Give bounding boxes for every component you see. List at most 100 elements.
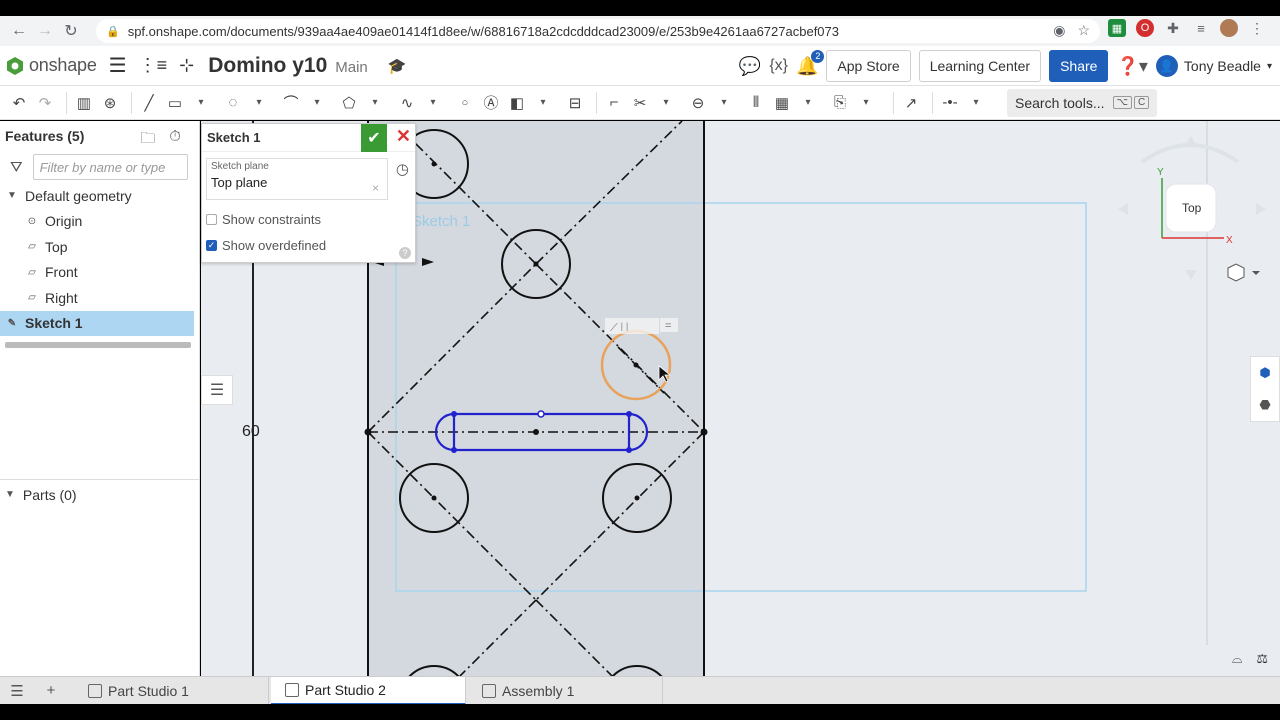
add-tab-icon[interactable]: +	[34, 682, 68, 699]
tree-item-top[interactable]: ▱ Top	[0, 234, 199, 260]
parts-section[interactable]: ▼ Parts (0)	[0, 479, 200, 509]
variables-icon[interactable]: {x}	[769, 57, 788, 75]
search-tools-button[interactable]: Search tools... ⌥ C	[1007, 88, 1158, 117]
notifications-icon[interactable]: 🔔 2	[796, 49, 825, 77]
eye-icon[interactable]: ◉	[1053, 22, 1065, 39]
feature-list-icon[interactable]: ⋮≡	[139, 55, 168, 76]
insert-icon[interactable]: ⊹	[179, 55, 194, 76]
tab-assembly-1[interactable]: Assembly 1	[468, 677, 663, 705]
polygon-tool-icon[interactable]: ⬠	[338, 90, 360, 116]
profile-avatar-icon[interactable]	[1220, 19, 1238, 37]
chevron-down-icon[interactable]: ▼	[5, 489, 15, 500]
back-icon[interactable]: ←	[6, 18, 32, 44]
tab-bar: ☰ + Part Studio 1 Part Studio 2 Assembly…	[0, 676, 1280, 705]
construction-dropdown-icon[interactable]: ▾	[532, 90, 554, 116]
history-icon[interactable]: ◷	[396, 160, 409, 178]
constraint-icon[interactable]: ↗	[900, 90, 922, 116]
reload-icon[interactable]: ↻	[58, 18, 84, 44]
close-icon[interactable]: ✕	[396, 126, 411, 147]
learning-cap-icon[interactable]: 🎓	[388, 57, 407, 75]
constraint-glyphs[interactable]: ⟋ ∣ ∣ =	[605, 318, 678, 334]
show-constraints-option[interactable]: Show constraints	[206, 212, 321, 227]
menu-icon[interactable]: ☰	[109, 53, 127, 78]
pattern-dropdown-icon[interactable]: ▾	[797, 90, 819, 116]
mirror-tool-icon[interactable]: ⫴	[745, 90, 767, 116]
construction-icon[interactable]: ◧	[506, 90, 528, 116]
circle-dropdown-icon[interactable]: ▾	[248, 90, 270, 116]
tree-item-right[interactable]: ▱ Right	[0, 285, 199, 311]
tab-part-studio-1[interactable]: Part Studio 1	[74, 677, 269, 705]
tree-item-default-geometry[interactable]: ▼ Default geometry	[0, 183, 199, 209]
measure-icon[interactable]: ⌓	[1232, 651, 1242, 667]
pattern-tool-icon[interactable]: ▦	[771, 90, 793, 116]
spline-dropdown-icon[interactable]: ▾	[422, 90, 444, 116]
rollback-bar[interactable]	[5, 342, 191, 348]
offset-tool-icon[interactable]: ⊖	[687, 90, 709, 116]
app-store-button[interactable]: App Store	[826, 50, 911, 82]
text-tool-icon[interactable]: Ⓐ	[480, 90, 502, 116]
tab-part-studio-2[interactable]: Part Studio 2	[271, 677, 466, 705]
app-header: onshape ☰ ⋮≡ ⊹ Domino y10 Main 🎓 💬 {x} 🔔…	[0, 46, 1280, 86]
point-tool-icon[interactable]: ○	[454, 90, 476, 116]
branch-label[interactable]: Main	[335, 59, 368, 76]
redo-icon[interactable]: ↷	[34, 90, 56, 116]
onshape-logo[interactable]: onshape	[6, 55, 97, 76]
tree-item-origin[interactable]: ⊙ Origin	[0, 209, 199, 235]
midpoint-constraint-icon[interactable]: -•-	[939, 90, 961, 116]
dimension-icon[interactable]: ⊟	[564, 90, 586, 116]
address-bar[interactable]: 🔒 spf.onshape.com/documents/939aa4ae409a…	[96, 19, 1100, 43]
use-icon[interactable]: ⊛	[99, 90, 121, 116]
rectangle-tool-icon[interactable]: ▭	[164, 90, 186, 116]
tab-label: Part Studio 2	[305, 682, 386, 698]
polygon-dropdown-icon[interactable]: ▾	[364, 90, 386, 116]
forward-icon[interactable]: →	[32, 18, 58, 44]
dxf-dropdown-icon[interactable]: ▾	[855, 90, 877, 116]
arc-dropdown-icon[interactable]: ▾	[306, 90, 328, 116]
rollback-timer-icon[interactable]: ⏱	[169, 128, 181, 153]
comments-icon[interactable]: 💬	[739, 56, 761, 77]
circle-tool-icon[interactable]: ◌	[222, 90, 244, 116]
help-icon[interactable]: ?	[399, 247, 411, 259]
dxf-import-icon[interactable]: ⎘	[829, 90, 851, 116]
fillet-tool-icon[interactable]: ⌐	[603, 90, 625, 116]
more-icon[interactable]: ⋮	[1248, 19, 1266, 37]
constraint-dropdown-icon[interactable]: ▾	[965, 90, 987, 116]
filter-input[interactable]: Filter by name or type	[32, 154, 188, 180]
clear-icon[interactable]: ×	[372, 181, 379, 195]
puzzle-icon[interactable]: ✚	[1164, 19, 1182, 37]
sketch-list-icon[interactable]: ☰	[201, 375, 233, 405]
offset-dropdown-icon[interactable]: ▾	[713, 90, 735, 116]
arc-tool-icon[interactable]: ⌒	[280, 90, 302, 116]
tree-item-sketch-1[interactable]: ✎ Sketch 1	[0, 310, 194, 336]
document-title[interactable]: Domino y10	[208, 54, 327, 78]
rectangle-dropdown-icon[interactable]: ▾	[190, 90, 212, 116]
show-constraints-checkbox[interactable]	[206, 214, 217, 225]
line-tool-icon[interactable]: ╱	[138, 90, 160, 116]
tab-manager-icon[interactable]: ☰	[0, 682, 34, 700]
paste-icon[interactable]: ▥	[73, 90, 95, 116]
shortcut-key: C	[1134, 96, 1150, 109]
sketch-plane-field[interactable]: Sketch plane Top plane ×	[206, 158, 388, 200]
mass-icon[interactable]: ⚖	[1256, 651, 1268, 667]
tree-item-front[interactable]: ▱ Front	[0, 260, 199, 286]
help-icon[interactable]: ❓▾	[1116, 56, 1147, 77]
trim-tool-icon[interactable]: ✂	[629, 90, 651, 116]
show-overdefined-checkbox[interactable]: ✓	[206, 240, 217, 251]
user-menu[interactable]: 👤 Tony Beadle ▾	[1155, 55, 1272, 77]
spline-tool-icon[interactable]: ∿	[396, 90, 418, 116]
learning-center-button[interactable]: Learning Center	[918, 50, 1042, 82]
add-folder-icon[interactable]: 🗀	[140, 128, 155, 153]
share-button[interactable]: Share	[1049, 50, 1109, 82]
reading-list-icon[interactable]: ≡	[1192, 19, 1210, 37]
undo-icon[interactable]: ↶	[8, 90, 30, 116]
chevron-down-icon[interactable]: ▼	[5, 190, 19, 201]
sheets-extension-icon[interactable]: ▦	[1108, 19, 1126, 37]
appearance-panel-icon[interactable]: ⬢	[1259, 365, 1270, 381]
star-icon[interactable]: ☆	[1077, 22, 1090, 39]
show-overdefined-option[interactable]: ✓ Show overdefined	[206, 238, 326, 253]
dimension-value[interactable]: 60	[242, 423, 260, 440]
trim-dropdown-icon[interactable]: ▾	[655, 90, 677, 116]
opera-extension-icon[interactable]: O	[1136, 19, 1154, 37]
accept-button[interactable]: ✔	[361, 124, 387, 152]
mass-properties-icon[interactable]: ⬣	[1259, 397, 1270, 413]
